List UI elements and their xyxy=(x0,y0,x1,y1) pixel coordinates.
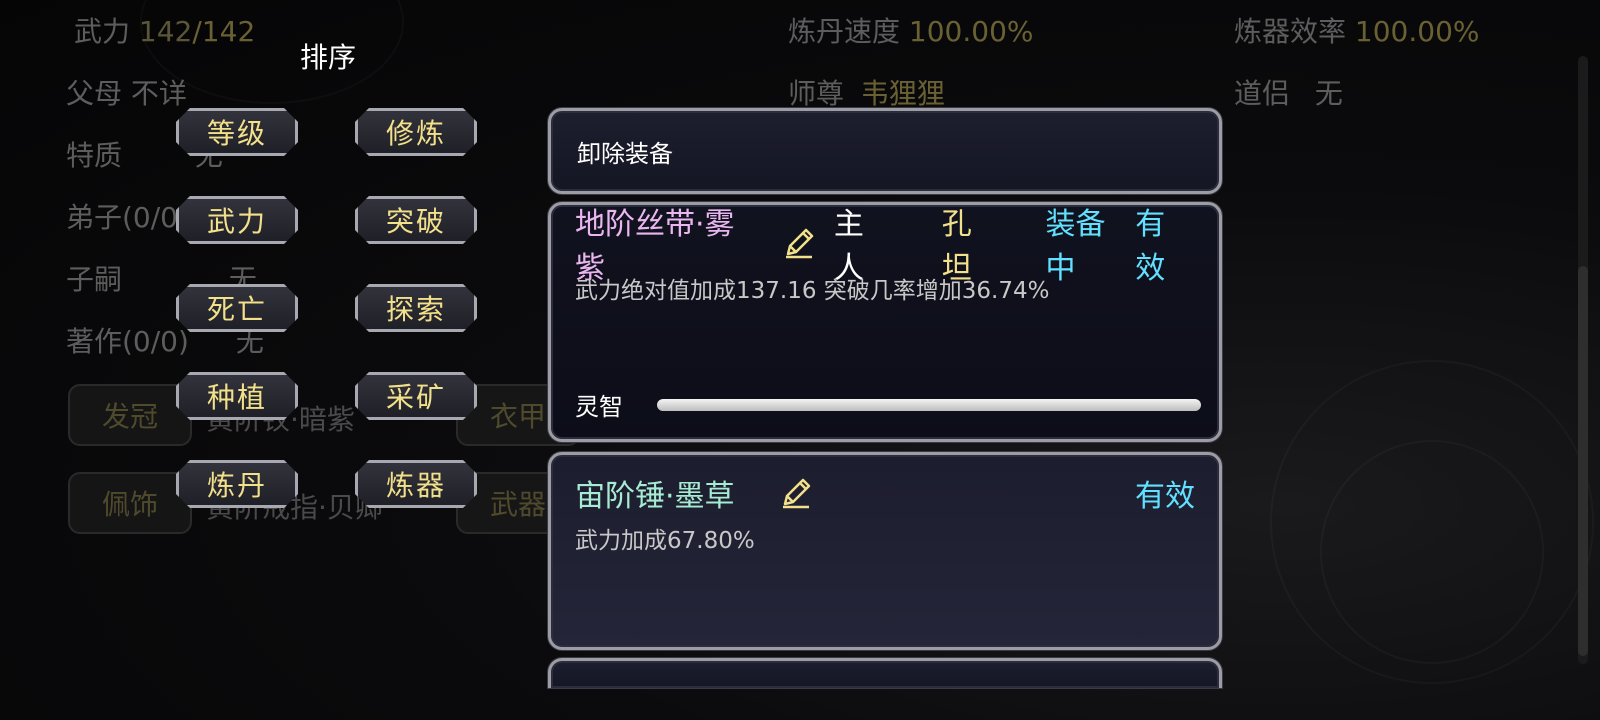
cloud-decoration xyxy=(1320,440,1544,664)
master-stat: 师尊 韦狸狸 xyxy=(788,72,945,112)
pencil-icon[interactable] xyxy=(782,226,816,260)
equipment-card[interactable] xyxy=(548,658,1222,688)
equipment-card[interactable]: 地阶丝带·雾紫 主人 孔坦 装备中 有效 武力绝对值加成137.16 突破几率增… xyxy=(548,202,1222,442)
sort-force-button[interactable]: 武力 xyxy=(176,196,298,244)
equipment-header: 宙阶锤·墨草 有效 xyxy=(575,471,1195,515)
sort-planting-button[interactable]: 种植 xyxy=(176,372,298,420)
sort-cultivation-button[interactable]: 修炼 xyxy=(355,108,477,156)
sort-title: 排序 xyxy=(300,41,357,74)
unequip-label: 卸除装备 xyxy=(577,139,673,168)
sort-mining-button[interactable]: 采矿 xyxy=(355,372,477,420)
valid-toggle[interactable]: 有效 xyxy=(1135,471,1195,515)
sort-level-button[interactable]: 等级 xyxy=(176,108,298,156)
forge-efficiency-stat: 炼器效率 100.00% xyxy=(1234,10,1480,50)
disciples-label: 弟子(0/0) xyxy=(66,201,189,234)
force-current: 142 xyxy=(138,15,193,48)
alchemy-speed-value: 100.00% xyxy=(908,15,1034,48)
parents-label: 父母 xyxy=(66,77,123,110)
trait-label: 特质 xyxy=(66,139,123,172)
spirit-row: 灵智 xyxy=(575,387,1201,422)
partner-value: 无 xyxy=(1314,77,1343,110)
forge-eff-value: 100.00% xyxy=(1354,15,1480,48)
partner-stat: 道侣 无 xyxy=(1234,72,1343,112)
force-max: /142 xyxy=(192,15,256,48)
alchemy-speed-stat: 炼丹速度 100.00% xyxy=(788,10,1034,50)
spirit-bar xyxy=(657,398,1201,411)
item-description: 武力加成67.80% xyxy=(575,528,755,554)
sort-breakthrough-button[interactable]: 突破 xyxy=(355,196,477,244)
unequip-button[interactable]: 卸除装备 xyxy=(548,108,1222,194)
sort-explore-button[interactable]: 探索 xyxy=(355,284,477,332)
force-stat: 武力 142/142 xyxy=(74,10,255,50)
works-label: 著作(0/0) xyxy=(66,325,189,358)
disciples-stat: 弟子(0/0) xyxy=(66,196,189,236)
spirit-label: 灵智 xyxy=(575,393,623,421)
item-name: 宙阶锤·墨草 xyxy=(575,479,735,514)
master-label: 师尊 xyxy=(788,77,845,110)
accessory-slot[interactable]: 佩饰 xyxy=(68,472,192,534)
parents-value: 不详 xyxy=(130,77,187,110)
equipment-header: 地阶丝带·雾紫 主人 孔坦 装备中 有效 xyxy=(575,207,1195,286)
forge-eff-label: 炼器效率 xyxy=(1234,15,1347,48)
alchemy-speed-label: 炼丹速度 xyxy=(788,15,901,48)
partner-label: 道侣 xyxy=(1234,77,1291,110)
sort-forging-button[interactable]: 炼器 xyxy=(355,460,477,508)
scrollbar-thumb[interactable] xyxy=(1578,266,1588,656)
equipped-status: 装备中 xyxy=(1045,207,1106,286)
headwear-slot[interactable]: 发冠 xyxy=(68,384,192,446)
sort-death-button[interactable]: 死亡 xyxy=(176,284,298,332)
force-label: 武力 xyxy=(74,15,131,48)
heirs-label: 子嗣 xyxy=(66,263,123,296)
valid-toggle[interactable]: 有效 xyxy=(1135,199,1195,287)
spirit-bar-fill xyxy=(657,398,1201,411)
master-value: 韦狸狸 xyxy=(860,77,945,110)
equipment-card[interactable]: 宙阶锤·墨草 有效 武力加成67.80% xyxy=(548,452,1222,650)
sort-alchemy-button[interactable]: 炼丹 xyxy=(176,460,298,508)
pencil-icon[interactable] xyxy=(779,476,813,510)
scrollbar[interactable] xyxy=(1578,56,1588,664)
parents-stat: 父母 不详 xyxy=(66,72,187,112)
